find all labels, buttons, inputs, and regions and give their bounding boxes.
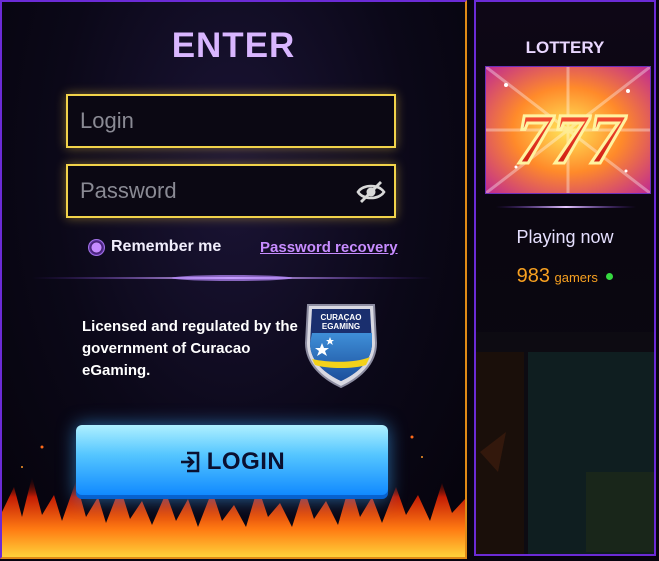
login-button-label: LOGIN	[206, 448, 286, 475]
license-text: Licensed and regulated by the government…	[82, 318, 298, 379]
divider	[32, 275, 432, 281]
eye-off-icon[interactable]	[356, 179, 386, 205]
gamers-count: 983 gamers	[476, 265, 654, 288]
login-input[interactable]	[68, 96, 394, 146]
login-field[interactable]	[66, 94, 396, 148]
page-title: ENTER	[171, 26, 296, 65]
badge-text-curacao: CURAÇAO	[321, 313, 362, 322]
online-status-dot	[606, 273, 614, 280]
lottery-game-thumbnail[interactable]: 777	[485, 66, 651, 194]
badge-text-egaming: EGAMING	[322, 322, 360, 331]
password-field[interactable]	[66, 164, 396, 218]
gamers-unit: gamers	[554, 270, 598, 285]
login-arrow-icon	[180, 451, 200, 473]
lottery-divider	[496, 206, 636, 208]
lottery-title: LOTTERY	[525, 38, 605, 57]
password-input[interactable]	[68, 166, 394, 216]
remember-me-label: Remember me	[111, 238, 222, 255]
background-game-art	[476, 332, 654, 554]
radio-icon[interactable]	[88, 238, 105, 256]
password-recovery-link[interactable]: Password recovery	[260, 239, 398, 256]
gamers-count-value: 983	[516, 265, 551, 287]
login-panel: ENTER Remember me Password recovery Lice…	[0, 0, 467, 559]
lottery-panel: LOTTERY 777 Playing now 983 gamers	[474, 0, 656, 556]
remember-me-checkbox[interactable]: Remember me	[88, 238, 221, 256]
login-button[interactable]: LOGIN	[76, 425, 388, 499]
curacao-badge-icon: CURAÇAO EGAMING	[304, 304, 378, 389]
lucky-777-icon: 777	[486, 67, 650, 193]
lucky-777-text: 777	[516, 99, 627, 179]
playing-now-label: Playing now	[516, 227, 614, 247]
